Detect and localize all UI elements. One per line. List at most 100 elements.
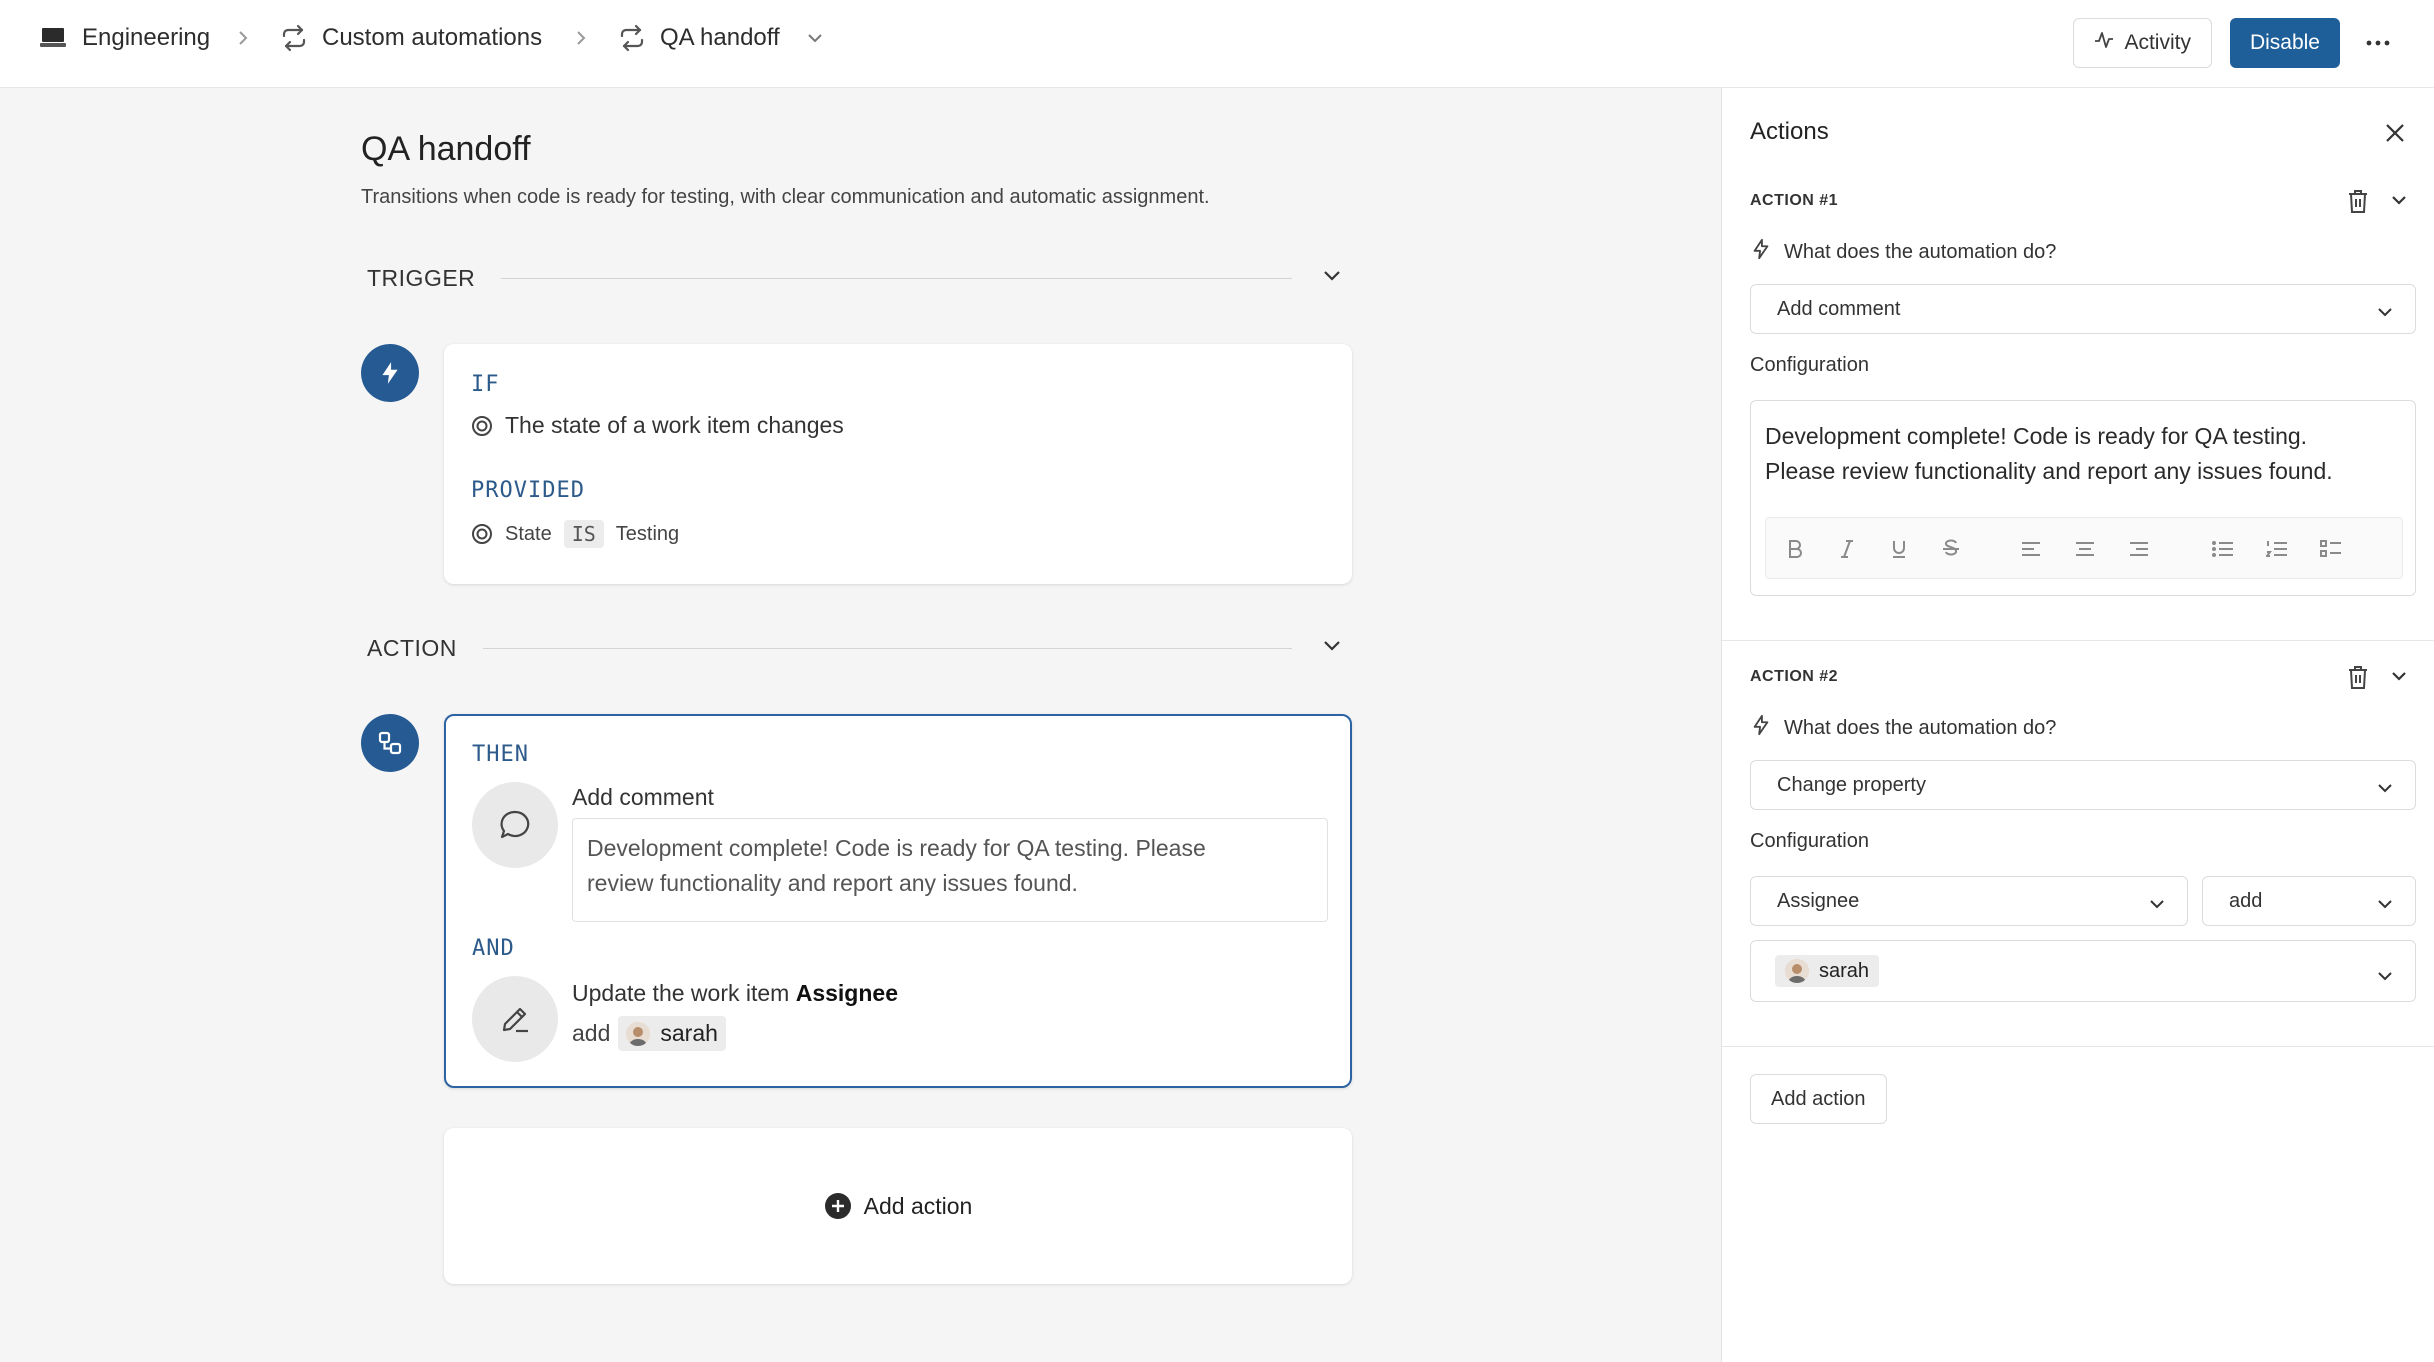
if-keyword: IF [471, 372, 500, 397]
action-1-type-select[interactable]: Add comment [1750, 284, 2416, 334]
then-keyword: THEN [472, 742, 529, 767]
page-title: QA handoff [361, 130, 531, 169]
align-center-icon[interactable] [2074, 538, 2096, 560]
chevron-down-icon[interactable] [1322, 269, 1342, 287]
automation-icon [618, 24, 646, 52]
align-left-icon[interactable] [2020, 538, 2042, 560]
activity-button[interactable]: Activity [2073, 18, 2212, 68]
state-icon [471, 415, 493, 437]
user-name: sarah [1819, 960, 1869, 983]
breadcrumb-engineering-label: Engineering [82, 24, 210, 52]
panel-title: Actions [1750, 118, 1829, 146]
page-description: Transitions when code is ready for testi… [361, 186, 1210, 209]
action-2-question-text: What does the automation do? [1784, 717, 2056, 740]
comment-editor[interactable]: Development complete! Code is ready for … [1750, 400, 2416, 596]
user-chip: sarah [1775, 955, 1879, 987]
comment-preview: Development complete! Code is ready for … [572, 818, 1328, 922]
and-keyword: AND [472, 936, 515, 961]
condition-operator: IS [564, 520, 604, 548]
automation-icon [280, 24, 308, 52]
avatar [1785, 959, 1809, 983]
trigger-section-label: TRIGGER [367, 265, 475, 292]
underline-icon[interactable] [1888, 538, 1910, 560]
trigger-event-label: The state of a work item changes [505, 412, 844, 439]
action-1-label: ACTION #1 [1750, 192, 1838, 210]
chevron-down-icon[interactable] [1322, 639, 1342, 657]
disable-button[interactable]: Disable [2230, 18, 2340, 68]
divider [501, 278, 1292, 279]
project-logo-icon [40, 25, 66, 51]
trash-icon[interactable] [2346, 188, 2370, 219]
comment-preview-line-2: review functionality and report any issu… [587, 866, 1313, 901]
trigger-section-header[interactable]: TRIGGER [367, 258, 1342, 298]
breadcrumb-qa-handoff[interactable]: QA handoff [618, 24, 824, 52]
activity-icon [2094, 30, 2114, 56]
automation-canvas: QA handoff Transitions when code is read… [0, 88, 1721, 1362]
trigger-event: The state of a work item changes [471, 412, 844, 439]
user-name: sarah [660, 1020, 718, 1047]
italic-icon[interactable] [1836, 538, 1858, 560]
plus-circle-icon [824, 1192, 852, 1220]
action-2-description: Update the work item Assignee [572, 980, 898, 1007]
chevron-down-icon[interactable] [806, 32, 824, 44]
action-2-config-label: Configuration [1750, 830, 1869, 853]
assignee-select[interactable]: sarah [1750, 940, 2416, 1002]
divider [1722, 1046, 2434, 1047]
chevron-right-icon [574, 28, 588, 53]
breadcrumb-custom-automations[interactable]: Custom automations [280, 24, 542, 52]
lightning-outline-icon [1750, 714, 1784, 742]
action-2-type-value: Change property [1777, 774, 1926, 797]
chevron-down-icon [2377, 893, 2393, 916]
divider [483, 648, 1292, 649]
formatting-toolbar [1765, 517, 2403, 579]
action-2-label: ACTION #2 [1750, 668, 1838, 686]
workflow-icon [361, 714, 419, 772]
state-icon [471, 523, 493, 545]
avatar [626, 1022, 650, 1046]
more-options-icon[interactable] [2358, 23, 2398, 63]
chevron-down-icon[interactable] [2390, 194, 2408, 212]
condition-value: Testing [616, 523, 679, 546]
chevron-down-icon[interactable] [2390, 670, 2408, 688]
property-select-value: Assignee [1777, 890, 1859, 913]
bold-icon[interactable] [1784, 538, 1806, 560]
operation-select[interactable]: add [2202, 876, 2416, 926]
close-icon[interactable] [2384, 122, 2406, 149]
checklist-icon[interactable] [2320, 538, 2342, 560]
condition-property: State [505, 523, 552, 546]
comment-editor-line-2: Please review functionality and report a… [1765, 454, 2395, 489]
align-right-icon[interactable] [2128, 538, 2150, 560]
chevron-down-icon [2377, 777, 2393, 800]
trigger-condition: State IS Testing [471, 520, 679, 548]
action-2-verb: add [572, 1020, 610, 1047]
add-action-button[interactable]: Add action [1750, 1074, 1887, 1124]
property-select[interactable]: Assignee [1750, 876, 2188, 926]
comment-preview-line-1: Development complete! Code is ready for … [587, 831, 1313, 866]
numbered-list-icon[interactable] [2266, 538, 2288, 560]
chevron-right-icon [236, 28, 250, 53]
trigger-card[interactable]: IF The state of a work item changes PROV… [444, 344, 1352, 584]
action-2-property: Assignee [796, 980, 898, 1006]
action-section-header[interactable]: ACTION [367, 628, 1342, 668]
action-1-question: What does the automation do? [1750, 238, 2056, 266]
lightning-icon [361, 344, 419, 402]
breadcrumb-custom-automations-label: Custom automations [322, 24, 542, 52]
action-2-type-select[interactable]: Change property [1750, 760, 2416, 810]
trash-icon[interactable] [2346, 664, 2370, 695]
action-2-assignment: add sarah [572, 1016, 726, 1051]
actions-panel: Actions ACTION #1 What does the automati… [1721, 88, 2434, 1362]
action-card[interactable]: THEN Add comment Development complete! C… [444, 714, 1352, 1088]
strikethrough-icon[interactable] [1940, 538, 1962, 560]
action-1-question-text: What does the automation do? [1784, 241, 2056, 264]
top-bar: Engineering Custom automations QA handof… [0, 0, 2434, 88]
action-1-title: Add comment [572, 784, 714, 811]
chevron-down-icon [2149, 893, 2165, 916]
comment-editor-text[interactable]: Development complete! Code is ready for … [1765, 419, 2395, 489]
action-1-type-value: Add comment [1777, 298, 1900, 321]
action-section-label: ACTION [367, 635, 457, 662]
breadcrumb-engineering[interactable]: Engineering [40, 24, 210, 52]
breadcrumb-qa-handoff-label: QA handoff [660, 24, 780, 52]
add-action-card[interactable]: Add action [444, 1128, 1352, 1284]
activity-label: Activity [2124, 31, 2191, 55]
bullet-list-icon[interactable] [2212, 538, 2234, 560]
